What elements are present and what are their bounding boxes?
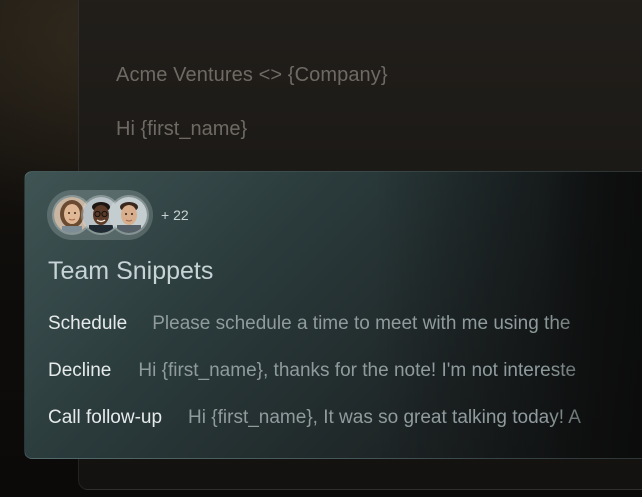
snippet-item-call-follow-up[interactable]: Call follow-up Hi {first_name}, It was so… <box>48 407 581 429</box>
additional-members-count: + 22 <box>161 207 189 223</box>
email-greeting[interactable]: Hi {first_name} <box>116 118 247 141</box>
panel-title: Team Snippets <box>48 257 214 285</box>
app-stage: Acme Ventures <> {Company} Hi {first_nam… <box>0 0 642 497</box>
snippet-item-schedule[interactable]: Schedule Please schedule a time to meet w… <box>48 313 570 335</box>
snippet-name: Decline <box>48 360 112 381</box>
avatar-man-icon <box>111 197 147 233</box>
snippet-preview: Hi {first_name}, It was so great talking… <box>188 407 581 428</box>
snippet-item-decline[interactable]: Decline Hi {first_name}, thanks for the n… <box>48 360 576 382</box>
snippet-name: Schedule <box>48 313 128 334</box>
team-snippets-panel: + 22 Team Snippets Schedule Please schedu… <box>24 171 642 459</box>
snippet-name: Call follow-up <box>48 407 163 428</box>
snippet-preview: Please schedule a time to meet with me u… <box>152 313 571 334</box>
team-avatar-group[interactable] <box>47 190 153 240</box>
email-subject[interactable]: Acme Ventures <> {Company} <box>116 64 388 87</box>
snippet-preview: Hi {first_name}, thanks for the note! I'… <box>138 360 577 381</box>
